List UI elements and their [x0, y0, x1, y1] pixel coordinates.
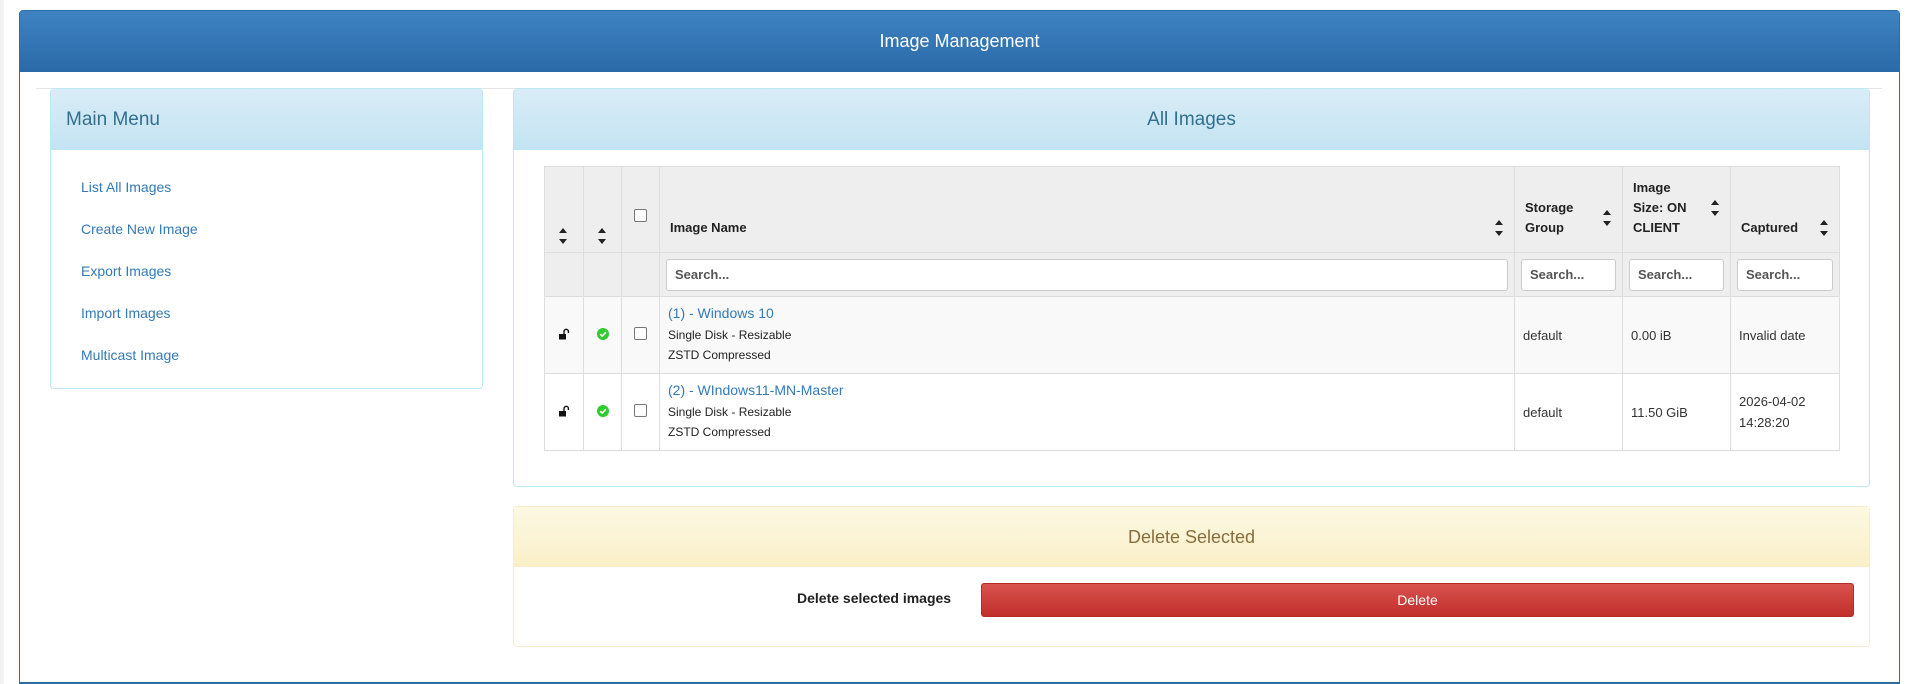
- captured-cell: 2026-04-02 14:28:20: [1730, 373, 1840, 451]
- filter-empty: [621, 252, 660, 297]
- col-storage-label-2: Group: [1525, 220, 1564, 235]
- enabled-cell: [583, 373, 622, 451]
- protected-cell: [544, 296, 584, 374]
- all-images-panel: All Images Image Name Storage Group Imag…: [513, 88, 1870, 487]
- storage-cell: default: [1514, 373, 1623, 451]
- image-compression: ZSTD Compressed: [668, 348, 771, 362]
- enabled-cell: [583, 296, 622, 374]
- filter-image-name: [659, 252, 1515, 297]
- check-circle-icon: [596, 404, 609, 417]
- menu-item-list-all-images[interactable]: List All Images: [81, 166, 482, 208]
- all-images-title: All Images: [514, 89, 1869, 150]
- delete-selected-panel: Delete Selected Delete selected images D…: [513, 506, 1870, 647]
- captured-date: Invalid date: [1739, 327, 1806, 343]
- size-cell: 11.50 GiB: [1622, 373, 1731, 451]
- image-name-cell: (2) - WIndows11-MN-Master Single Disk - …: [659, 373, 1515, 451]
- search-image-name-input[interactable]: [666, 258, 1508, 291]
- storage-cell: default: [1514, 296, 1623, 374]
- main-menu-panel: Main Menu List All Images Create New Ima…: [50, 88, 483, 389]
- row-checkbox[interactable]: [634, 327, 647, 340]
- sort-icon[interactable]: [1710, 200, 1720, 216]
- page-title: Image Management: [20, 11, 1899, 72]
- filter-empty: [544, 252, 584, 297]
- protected-cell: [544, 373, 584, 451]
- col-image-name[interactable]: Image Name: [659, 166, 1515, 253]
- col-size-label-1: Image: [1633, 180, 1671, 195]
- sort-icon[interactable]: [558, 228, 570, 244]
- sort-icon[interactable]: [1602, 210, 1612, 226]
- delete-button[interactable]: Delete: [981, 583, 1854, 617]
- menu-item-multicast-image[interactable]: Multicast Image: [81, 334, 482, 376]
- row-checkbox[interactable]: [634, 404, 647, 417]
- table-row: (2) - WIndows11-MN-Master Single Disk - …: [544, 373, 1840, 451]
- image-name-cell: (1) - Windows 10 Single Disk - Resizable…: [659, 296, 1515, 374]
- table-row: (1) - Windows 10 Single Disk - Resizable…: [544, 296, 1840, 374]
- image-disk-type: Single Disk - Resizable: [668, 405, 792, 419]
- filter-storage: [1514, 252, 1623, 297]
- sort-icon[interactable]: [1494, 220, 1504, 236]
- menu-item-export-images[interactable]: Export Images: [81, 250, 482, 292]
- col-captured[interactable]: Captured: [1730, 166, 1840, 253]
- col-captured-label: Captured: [1741, 220, 1799, 235]
- image-compression: ZSTD Compressed: [668, 425, 771, 439]
- check-circle-icon: [596, 327, 609, 340]
- image-disk-type: Single Disk - Resizable: [668, 328, 792, 342]
- filter-empty: [583, 252, 622, 297]
- select-cell: [621, 373, 660, 451]
- images-table: Image Name Storage Group Image Size: ON …: [544, 166, 1840, 451]
- left-edge: [0, 0, 4, 684]
- main-menu-title: Main Menu: [51, 89, 482, 150]
- col-storage-label-1: Storage: [1525, 200, 1574, 215]
- col-image-size[interactable]: Image Size: ON CLIENT: [1622, 166, 1731, 253]
- filter-size: [1622, 252, 1731, 297]
- search-captured-input[interactable]: [1737, 258, 1833, 291]
- select-cell: [621, 296, 660, 374]
- col-select: [621, 166, 660, 253]
- col-enabled[interactable]: [583, 166, 622, 253]
- search-size-input[interactable]: [1629, 258, 1724, 291]
- main-menu-list: List All Images Create New Image Export …: [51, 150, 482, 376]
- col-storage-group[interactable]: Storage Group: [1514, 166, 1623, 253]
- col-image-name-label: Image Name: [670, 220, 747, 235]
- col-size-label-3: CLIENT: [1633, 220, 1680, 235]
- captured-time: 14:28:20: [1739, 415, 1790, 430]
- unlock-icon[interactable]: [558, 328, 570, 340]
- captured-cell: Invalid date: [1730, 296, 1840, 374]
- col-protected[interactable]: [544, 166, 584, 253]
- delete-selected-title: Delete Selected: [514, 507, 1869, 567]
- sort-icon[interactable]: [1819, 220, 1829, 236]
- image-link[interactable]: (2) - WIndows11-MN-Master: [668, 382, 1506, 398]
- image-link[interactable]: (1) - Windows 10: [668, 305, 1506, 321]
- filter-captured: [1730, 252, 1840, 297]
- menu-item-create-new-image[interactable]: Create New Image: [81, 208, 482, 250]
- unlock-icon[interactable]: [558, 405, 570, 417]
- select-all-checkbox[interactable]: [634, 209, 647, 222]
- delete-selected-label: Delete selected images: [797, 590, 952, 606]
- size-cell: 0.00 iB: [1622, 296, 1731, 374]
- search-storage-input[interactable]: [1521, 258, 1616, 291]
- menu-item-import-images[interactable]: Import Images: [81, 292, 482, 334]
- sort-icon[interactable]: [597, 228, 609, 244]
- captured-date: 2026-04-02: [1739, 394, 1806, 409]
- col-size-label-2: Size: ON: [1633, 200, 1687, 215]
